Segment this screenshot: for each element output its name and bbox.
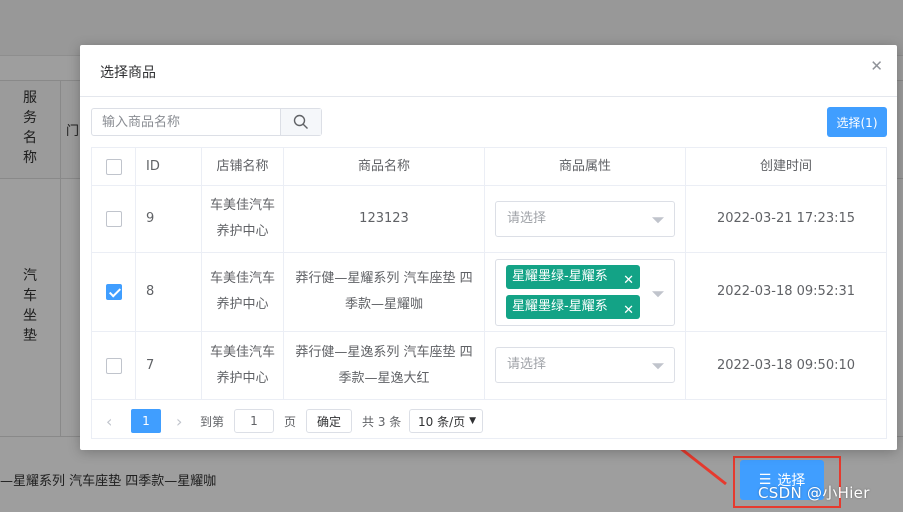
row-shop-name: 车美佳汽车 养护中心 [202, 186, 284, 252]
attribute-tag: 星耀墨绿-星耀系 ✕ [506, 265, 640, 289]
row-shop-name: 车美佳汽车 养护中心 [202, 253, 284, 331]
close-icon[interactable]: ✕ [623, 268, 634, 294]
caret-down-icon [652, 290, 664, 297]
pagination: ‹ 1 › 到第 1 页 确定 共 3 条 10 条/页 ▼ [92, 402, 886, 438]
page-number-current[interactable]: 1 [131, 409, 161, 433]
attribute-select-placeholder: 请选择 [507, 357, 547, 372]
attribute-select-placeholder: 请选择 [507, 211, 547, 226]
chevron-down-icon: ▼ [469, 416, 477, 426]
select-all-cell [92, 148, 136, 185]
close-icon[interactable]: ✕ [623, 298, 634, 324]
page-unit-label: 页 [284, 414, 297, 429]
dialog-header: 选择商品 ✕ [80, 45, 897, 97]
select-product-dialog: 选择商品 ✕ 选择(1) ID 店铺名称 商品名称 商品属性 创建时间 [80, 45, 897, 450]
row-attributes-cell: 星耀墨绿-星耀系 ✕ 星耀墨绿-星耀系 ✕ [485, 253, 686, 331]
search-button[interactable] [280, 109, 321, 135]
caret-down-icon [652, 217, 664, 224]
row-product-name: 123123 [284, 186, 485, 252]
table-header-row: ID 店铺名称 商品名称 商品属性 创建时间 [92, 148, 886, 186]
row-id: 8 [136, 253, 202, 331]
goto-label: 到第 [200, 414, 225, 429]
table-row[interactable]: 9 车美佳汽车 养护中心 123123 请选择 2022-03-21 17:23… [92, 186, 886, 253]
product-name-line: 季款—星耀咖 [344, 297, 423, 312]
row-select-cell [92, 253, 136, 331]
chevron-left-icon[interactable]: ‹ [106, 409, 112, 433]
row-attributes-cell: 请选择 [485, 332, 686, 399]
search-icon [293, 114, 309, 129]
page-size-value: 10 条/页 [418, 414, 466, 429]
confirm-select-button[interactable]: 选择(1) [827, 107, 887, 137]
attribute-multi-select[interactable]: 星耀墨绿-星耀系 ✕ 星耀墨绿-星耀系 ✕ [495, 259, 675, 326]
row-created-time: 2022-03-21 17:23:15 [716, 211, 856, 226]
row-created-time: 2022-03-18 09:50:10 [716, 357, 856, 373]
row-id: 7 [136, 332, 202, 399]
product-name-line: 莽行健—星逸系列 汽车座垫 四 [295, 344, 473, 360]
close-icon[interactable]: ✕ [870, 57, 883, 75]
goto-confirm-button[interactable]: 确定 [306, 409, 352, 433]
header-product-attributes: 商品属性 [485, 148, 686, 185]
header-id: ID [136, 148, 202, 185]
row-select-cell [92, 332, 136, 399]
shop-name-line: 养护中心 [216, 370, 269, 386]
caret-down-icon [652, 363, 664, 370]
row-checkbox[interactable] [105, 357, 122, 374]
dialog-title: 选择商品 [100, 65, 156, 81]
product-table: ID 店铺名称 商品名称 商品属性 创建时间 9 车美佳汽车 养护中心 1231… [91, 147, 887, 439]
shop-name-line: 养护中心 [216, 224, 269, 239]
header-created-time: 创建时间 [759, 158, 812, 174]
chevron-right-icon[interactable]: › [176, 409, 182, 433]
shop-name-line: 车美佳汽车 [209, 198, 275, 213]
row-checkbox-checked[interactable] [105, 284, 122, 300]
header-product-name: 商品名称 [284, 148, 485, 185]
product-search-input[interactable] [92, 109, 281, 135]
goto-page-input[interactable]: 1 [234, 409, 274, 433]
page-size-select[interactable]: 10 条/页 ▼ [409, 409, 483, 433]
product-name-line: 季款—星逸大红 [338, 370, 430, 386]
attribute-select[interactable]: 请选择 [495, 347, 675, 383]
shop-name-line: 车美佳汽车 [209, 344, 275, 360]
table-row[interactable]: 8 车美佳汽车 养护中心 莽行健—星耀系列 汽车座垫 四 季款—星耀咖 星耀墨绿… [92, 253, 886, 332]
table-row[interactable]: 7 车美佳汽车 养护中心 莽行健—星逸系列 汽车座垫 四 季款—星逸大红 请选择… [92, 332, 886, 400]
row-product-name: 莽行健—星逸系列 汽车座垫 四 季款—星逸大红 [284, 332, 485, 399]
search-box [91, 108, 322, 136]
row-created-time: 2022-03-18 09:52:31 [716, 284, 856, 299]
row-shop-name: 车美佳汽车 养护中心 [202, 332, 284, 399]
row-attributes-cell: 请选择 [485, 186, 686, 252]
row-select-cell [92, 186, 136, 252]
watermark: CSDN @小Hier [758, 484, 870, 502]
header-shop-name: 店铺名称 [202, 148, 284, 185]
row-checkbox[interactable] [105, 211, 122, 227]
shop-name-line: 养护中心 [216, 297, 269, 312]
attribute-tag: 星耀墨绿-星耀系 ✕ [506, 295, 640, 319]
attribute-select[interactable]: 请选择 [495, 201, 675, 237]
attribute-tag-label: 星耀墨绿-星耀系 [512, 299, 608, 314]
row-product-name: 莽行健—星耀系列 汽车座垫 四 季款—星耀咖 [284, 253, 485, 331]
product-name-line: 莽行健—星耀系列 汽车座垫 四 [295, 271, 473, 286]
attribute-tag-label: 星耀墨绿-星耀系 [512, 269, 608, 284]
shop-name-line: 车美佳汽车 [209, 271, 275, 286]
total-count: 共 3 条 [362, 414, 402, 429]
select-all-checkbox[interactable] [105, 158, 122, 175]
row-id: 9 [136, 186, 202, 252]
